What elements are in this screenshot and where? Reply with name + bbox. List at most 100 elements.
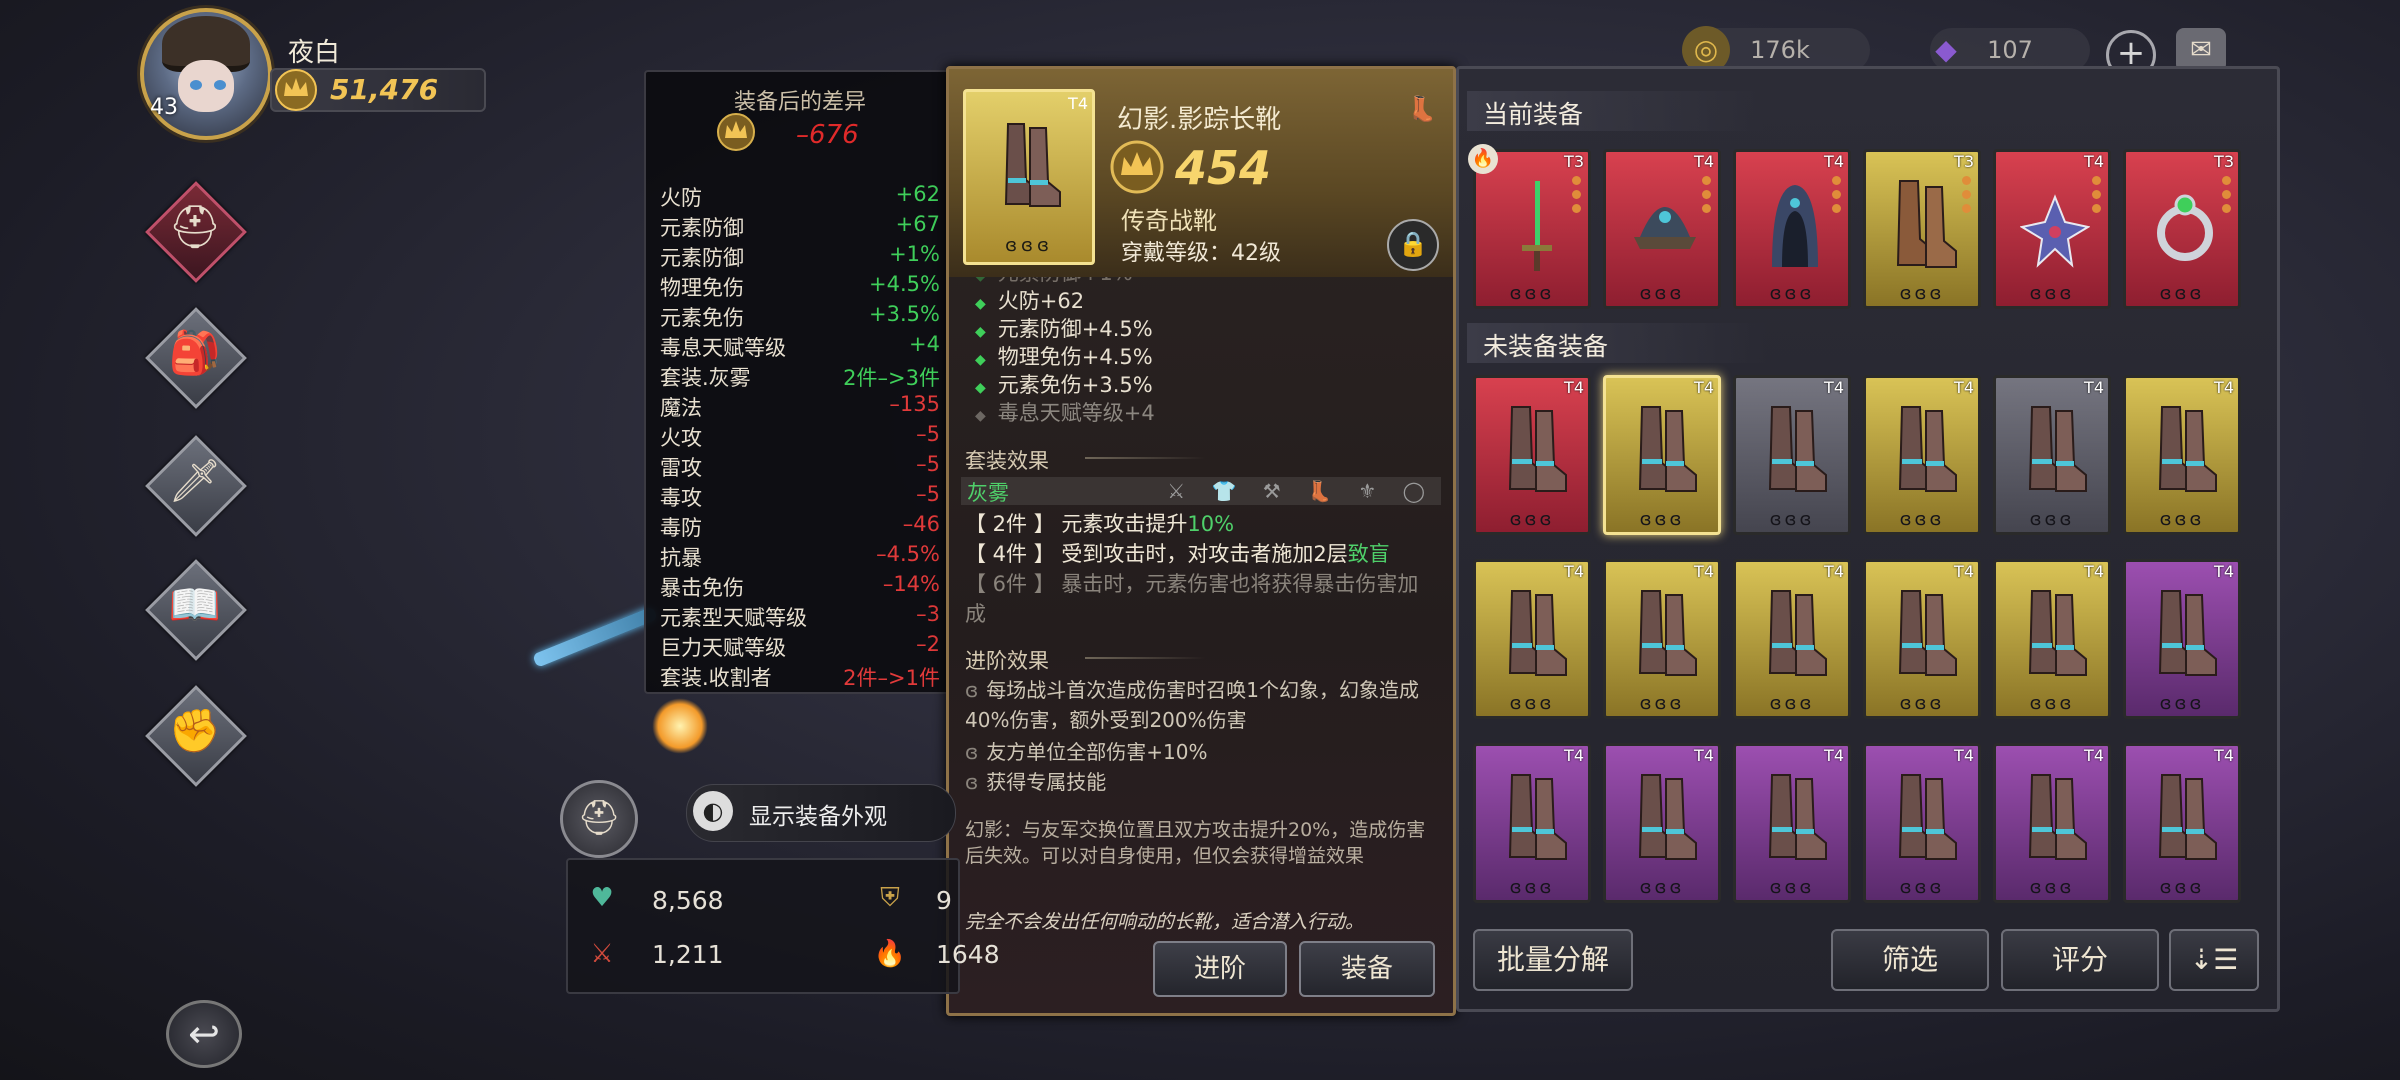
- inventory-item-slot[interactable]: T4 ɞɞɞ: [1473, 375, 1591, 535]
- item-sockets: ɞɞɞ: [1899, 283, 1945, 304]
- inventory-item-slot[interactable]: T4 ɞɞɞ: [1863, 375, 1981, 535]
- nav-upgrade[interactable]: ✊: [145, 685, 247, 787]
- item-stat: ◆ 毒息天赋等级+4: [975, 401, 1155, 425]
- set-bonus-text: 【 6件 】 暴击时，元素伤害也将获得暴击伤害加成: [965, 572, 1419, 626]
- difference-stat-name: 火防: [660, 186, 702, 210]
- amulet-slot[interactable]: T4 ɞɞɞ: [1993, 149, 2111, 309]
- player-name: 夜白: [288, 38, 341, 68]
- item-requirement: 穿戴等级：42级: [1121, 241, 1281, 266]
- set-piece-icons: ⚔ 👕 ⚒ 👢 ⚜ ◯: [1167, 479, 1435, 503]
- inventory-item-slot[interactable]: T4 ɞɞɞ: [1603, 559, 1721, 719]
- item-sockets: ɞɞɞ: [1509, 283, 1555, 304]
- difference-row: 套装.收割者 2件–>1件: [660, 662, 940, 692]
- inventory-item-slot[interactable]: T4 ɞɞɞ: [2123, 375, 2241, 535]
- filter-button[interactable]: 筛选: [1831, 929, 1989, 991]
- boot-icon: [1898, 406, 1957, 492]
- item-sockets: ɞɞɞ: [1639, 283, 1685, 304]
- inventory-item-slot[interactable]: T4 ɞɞɞ: [1733, 375, 1851, 535]
- hat-icon: [1634, 207, 1696, 249]
- item-tier: T4: [2084, 152, 2104, 171]
- player-level: 43: [150, 95, 178, 120]
- item-sockets: ɞɞɞ: [2159, 693, 2205, 714]
- show-appearance-label: 显示装备外观: [749, 804, 887, 830]
- inventory-item-slot[interactable]: T4 ɞɞɞ: [1733, 559, 1851, 719]
- item-icon: T4 ɞɞɞ: [963, 89, 1095, 265]
- difference-row: 抗暴 –4.5%: [660, 542, 940, 572]
- inventory-item-slot[interactable]: T4 ɞɞɞ: [1473, 743, 1591, 903]
- item-tier: T4: [1694, 746, 1714, 765]
- inventory-item-slot[interactable]: T4 ɞɞɞ: [2123, 559, 2241, 719]
- back-button[interactable]: ↩: [166, 1000, 242, 1068]
- boot-icon: [2028, 406, 2087, 492]
- nav-backpack[interactable]: 🎒: [145, 307, 247, 409]
- fire-element-icon: 🔥: [1468, 144, 1498, 174]
- equip-difference-panel: 装备后的差异 –676 火防 +62 元素防御 +67 元素防御 +1% 物理免伤 +4.5%…: [644, 70, 956, 694]
- spiral-icon: ɞ: [965, 740, 979, 764]
- item-sockets: ɞɞɞ: [1509, 877, 1555, 898]
- item-sockets: ɞɞɞ: [1639, 877, 1685, 898]
- batch-dismantle-button[interactable]: 批量分解: [1473, 929, 1633, 991]
- upgrade-pips: [1572, 176, 1582, 218]
- item-sockets: ɞɞɞ: [2159, 877, 2205, 898]
- difference-row: 套装.灰雾 2件–>3件: [660, 362, 940, 392]
- inventory-item-slot[interactable]: T4 ɞɞɞ: [1603, 375, 1721, 535]
- advance-effect-text: 友方单位全部伤害+10%: [986, 740, 1208, 764]
- difference-stat-delta: –135: [889, 392, 940, 416]
- ring-slot[interactable]: T3 ɞɞɞ: [2123, 149, 2241, 309]
- item-sockets: ɞɞɞ: [2029, 283, 2075, 304]
- armor-slot[interactable]: T4 ɞɞɞ: [1733, 149, 1851, 309]
- inventory-item-slot[interactable]: T4 ɞɞɞ: [1993, 375, 2111, 535]
- inventory-item-slot[interactable]: T4 ɞɞɞ: [1993, 743, 2111, 903]
- helmet-slot[interactable]: T4 ɞɞɞ: [1603, 149, 1721, 309]
- inventory-item-slot[interactable]: T4 ɞɞɞ: [1863, 559, 1981, 719]
- inventory-item-slot[interactable]: T4 ɞɞɞ: [1473, 559, 1591, 719]
- difference-stat-delta: –2: [916, 632, 940, 656]
- rate-button[interactable]: 评分: [2001, 929, 2159, 991]
- advance-button[interactable]: 进阶: [1153, 941, 1287, 997]
- item-stat-text: 元素免伤+3.5%: [997, 373, 1153, 397]
- nav-book[interactable]: 📖: [145, 559, 247, 661]
- difference-row: 元素防御 +1%: [660, 242, 940, 272]
- boot-icon: [1004, 123, 1061, 207]
- inventory-item-slot[interactable]: T4 ɞɞɞ: [1863, 743, 1981, 903]
- item-stat: ◆ 元素防御+4.5%: [975, 317, 1153, 341]
- boot-icon: [1508, 406, 1567, 492]
- boot-icon: [1638, 774, 1697, 860]
- item-sockets: ɞɞɞ: [1005, 235, 1053, 256]
- nav-skill[interactable]: 🗡: [145, 435, 247, 537]
- amulet-icon: [2020, 194, 2090, 268]
- sort-button[interactable]: ⇣☰: [2169, 929, 2259, 991]
- difference-stat-name: 毒防: [660, 516, 702, 540]
- item-tier: T4: [1824, 378, 1844, 397]
- item-detail-panel: ◆元素防御+1% T4 ɞɞɞ 幻影.影踪长靴 👢 454 传奇战靴 穿戴等级：…: [946, 66, 1456, 1016]
- boots-slot[interactable]: T3 ɞɞɞ: [1863, 149, 1981, 309]
- defense-icon: ⛨: [880, 883, 900, 913]
- gem-value: 107: [1987, 36, 2033, 64]
- equip-button[interactable]: 装备: [1299, 941, 1435, 997]
- set-bonus-line: 【 2件 】 元素攻击提升10%: [965, 509, 1435, 539]
- nav-helmet[interactable]: ⛑: [145, 181, 247, 283]
- item-stat-text: 物理免伤+4.5%: [997, 345, 1153, 369]
- inventory-item-slot[interactable]: T4 ɞɞɞ: [1733, 743, 1851, 903]
- lock-icon[interactable]: 🔒: [1387, 219, 1439, 271]
- weapon-slot[interactable]: T3 ɞɞɞ 🔥: [1468, 144, 1591, 309]
- difference-row: 火防 +62: [660, 182, 940, 212]
- difference-row: 物理免伤 +4.5%: [660, 272, 940, 302]
- inventory-item-slot[interactable]: T4 ɞɞɞ: [1993, 559, 2111, 719]
- difference-stat-delta: +4.5%: [869, 272, 940, 296]
- inventory-item-slot[interactable]: T4 ɞɞɞ: [2123, 743, 2241, 903]
- show-appearance-toggle[interactable]: ◐ 显示装备外观: [686, 784, 956, 842]
- costume-button[interactable]: ⛑: [560, 780, 638, 858]
- boot-icon: [1898, 774, 1957, 860]
- item-tier: T4: [1824, 746, 1844, 765]
- item-tier: T4: [2214, 746, 2234, 765]
- defense-value-partial: 9: [936, 886, 952, 915]
- boot-icon: [1638, 406, 1697, 492]
- difference-row: 元素免伤 +3.5%: [660, 302, 940, 332]
- advance-effect-text: 每场战斗首次造成伤害时召唤1个幻象，幻象造成40%伤害，额外受到200%伤害: [965, 678, 1420, 732]
- inventory-item-slot[interactable]: T4 ɞɞɞ: [1603, 743, 1721, 903]
- difference-stat-name: 元素防御: [660, 246, 744, 270]
- item-tier: T4: [1824, 562, 1844, 581]
- boot-icon: [1768, 774, 1827, 860]
- upgrade-pips: [2092, 176, 2102, 218]
